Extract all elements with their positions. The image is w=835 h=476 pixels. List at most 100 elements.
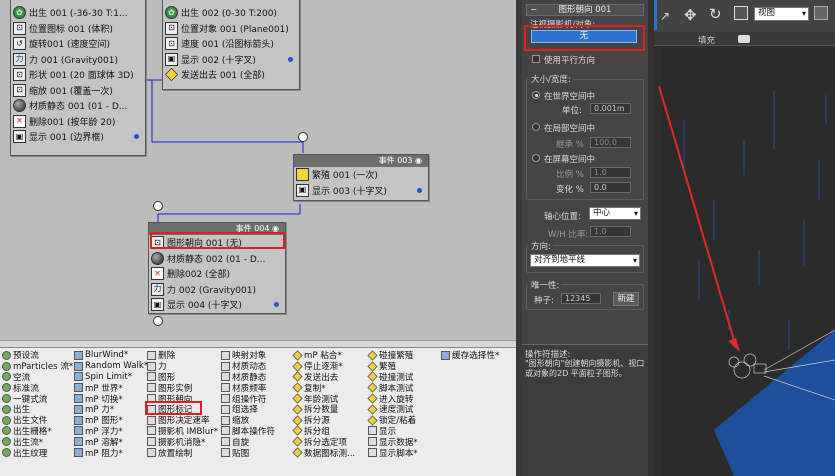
depot-item[interactable]: mP 浮力* [74,426,148,437]
depot-item[interactable]: Spin Limit* [74,372,148,383]
op-row[interactable]: ▣ 显示 004 (十字叉) [149,297,285,313]
depot-item[interactable]: 材质频率 [221,382,275,394]
depot-item[interactable]: 放置绘制 [147,447,218,459]
depot-item[interactable]: 映射对象 [221,350,275,361]
ratio-spinner[interactable]: 1.0 [590,167,631,178]
depot-item[interactable]: 拆分数量 [292,404,355,415]
depot-item[interactable]: 组操作符 [221,393,275,405]
new-seed-button[interactable]: 新建 [613,292,639,306]
pivot-select[interactable]: 中心 [589,207,641,220]
depot-item[interactable]: 删除 [147,350,218,361]
particle-view-canvas[interactable]: ✿ 出生 001 (-36-30 T:1... ⊡ 位置图标 001 (体积) ↺ 旋… [0,0,516,340]
parallel-checkbox[interactable] [532,55,540,63]
canvas-hscroll[interactable] [0,340,516,347]
op-row[interactable]: ▣ 显示 003 (十字叉) [294,183,428,199]
op-row[interactable]: 材质静态 001 (01 - D... [11,98,145,114]
depot-item[interactable]: 图形 [147,372,218,383]
depot-item[interactable]: 空流 [2,372,73,383]
local-space-radio[interactable] [532,123,540,131]
depot-item[interactable]: 停止逐渐* [292,361,355,372]
depot-item[interactable]: mP 图形* [74,415,148,426]
depot-item[interactable]: 材质静态 [221,372,275,383]
wh-spinner[interactable]: 1.0 [590,226,631,237]
depot-item[interactable]: 图形决定速率 [147,415,218,426]
viewport[interactable]: ↗ ✥ ↻ 视图 填充 [654,0,835,476]
depot-item[interactable]: 出生流* [2,436,73,448]
depot-item[interactable]: 力 [147,361,218,372]
depot-item[interactable]: 年龄测试 [292,393,355,405]
depot-item[interactable]: 摄影机消隐* [147,436,218,448]
depot-item[interactable]: 繁殖 [367,361,418,372]
seed-spinner[interactable]: 12345 [561,293,601,304]
depot-item[interactable]: mP 世界* [74,382,148,394]
depot-item[interactable]: mP 溶解* [74,436,148,448]
depot-item[interactable]: 显示数据* [368,436,418,448]
depot-item[interactable]: 复制* [292,382,355,394]
op-row[interactable]: ↺ 旋转001 (速度空间) [11,36,145,52]
op-row[interactable]: 发送出去 001 (全部) [163,67,299,83]
depot-item[interactable]: 缓存选择性* [441,350,499,361]
depot-item[interactable]: 出生纹理 [2,447,73,459]
variation-spinner[interactable]: 0.0 [590,182,631,193]
depot-item[interactable]: 锁定/粘着 [367,415,418,426]
depot-item[interactable]: Random Walk* [74,361,148,372]
op-row[interactable]: ⊡ 位置对象 001 (Plane001) [163,21,299,37]
direction-select[interactable]: 对齐到地平线 [530,254,640,267]
op-row[interactable]: ✿ 出生 002 (0-30 T:200) [163,5,299,21]
depot-item[interactable]: 出生栅格* [2,426,73,437]
depot-item[interactable]: 贴图 [221,447,275,459]
depot-item[interactable]: 进入旋转 [367,393,418,405]
op-row[interactable]: ✿ 出生 001 (-36-30 T:1... [11,5,145,21]
depot-item[interactable]: 拆分组 [292,425,355,437]
units-spinner[interactable]: 0.001m [590,103,631,114]
op-row[interactable]: 繁殖 001 (一次) [294,167,428,183]
op-row[interactable]: ⊡ 位置图标 001 (体积) [11,21,145,37]
depot-item[interactable]: 拆分源 [292,415,355,426]
rollout-header[interactable]: − 图形朝向 001 [526,4,644,16]
depot-item[interactable]: 脚本操作符 [221,426,275,437]
event-node-1[interactable]: ✿ 出生 001 (-36-30 T:1... ⊡ 位置图标 001 (体积) ↺ 旋… [10,0,146,156]
op-row[interactable]: ⊡ 形状 001 (20 面球体 3D) [11,67,145,83]
depot-item[interactable]: 出生文件 [2,415,73,426]
op-row[interactable]: 力力 001 (Gravity001) [11,52,145,68]
event-input-port[interactable] [153,201,163,211]
depot-item[interactable]: 碰撞繁殖 [367,350,418,361]
depot-item[interactable]: 材质动态 [221,361,275,372]
op-row[interactable]: ▣ 显示 001 (边界框) [11,129,145,145]
depot-item[interactable]: 发送出去 [292,371,355,383]
depot-item[interactable]: 组选择 [221,404,275,415]
event-node-3[interactable]: 事件 003 ◉ 繁殖 001 (一次) ▣ 显示 003 (十字叉) [293,154,429,201]
event-input-port[interactable] [298,132,308,142]
op-row[interactable]: ⊡ 速度 001 (沿图标箭头) [163,36,299,52]
event-output-port[interactable] [153,316,163,326]
screen-space-radio[interactable] [532,154,540,162]
op-row[interactable]: ▣ 显示 002 (十字叉) [163,52,299,68]
op-row[interactable]: ✕ 删除001 (按年龄 20) [11,114,145,130]
depot-item[interactable]: BlurWind* [74,350,148,361]
op-row[interactable]: ⊡ 缩放 001 (覆盖一次) [11,83,145,99]
depot-item[interactable]: 出生 [2,404,73,415]
world-space-radio[interactable] [532,91,540,99]
depot-item[interactable]: 一键式流 [2,393,73,405]
op-row[interactable]: ✕ 删除002 (全部) [149,266,285,282]
op-row[interactable]: 材质静态 002 (01 - D... [149,251,285,267]
depot-item[interactable]: mP 力* [74,404,148,415]
op-row[interactable]: 力力 002 (Gravity001) [149,282,285,298]
depot-item[interactable]: 图形实例 [147,382,218,394]
depot-item[interactable]: mParticles 流* [2,361,73,372]
depot-item[interactable]: 预设流 [2,350,73,361]
depot-item[interactable]: 缩放 [221,415,275,426]
depot-item[interactable]: 显示脚本* [368,447,418,459]
event-node-2[interactable]: ✿ 出生 002 (0-30 T:200) ⊡ 位置对象 001 (Plane001… [162,0,300,90]
depot-item[interactable]: 自旋 [221,436,275,448]
depot-item[interactable]: mP 切换* [74,393,148,405]
inherit-spinner[interactable]: 100.0 [590,137,631,148]
operator-depot[interactable]: 预设流 mParticles 流* 空流 标准流 一键式流 出生 出生文件 出生… [0,347,516,476]
depot-item[interactable]: 标准流 [2,382,73,394]
depot-item[interactable]: 碰撞测试 [367,371,418,383]
depot-item[interactable]: 数据图标测... [292,447,355,459]
depot-item[interactable]: mP 粘合* [292,350,355,361]
depot-item[interactable]: 脚本测试 [367,382,418,394]
depot-item[interactable]: 显示 [368,426,418,437]
depot-item[interactable]: 速度测试 [367,404,418,415]
